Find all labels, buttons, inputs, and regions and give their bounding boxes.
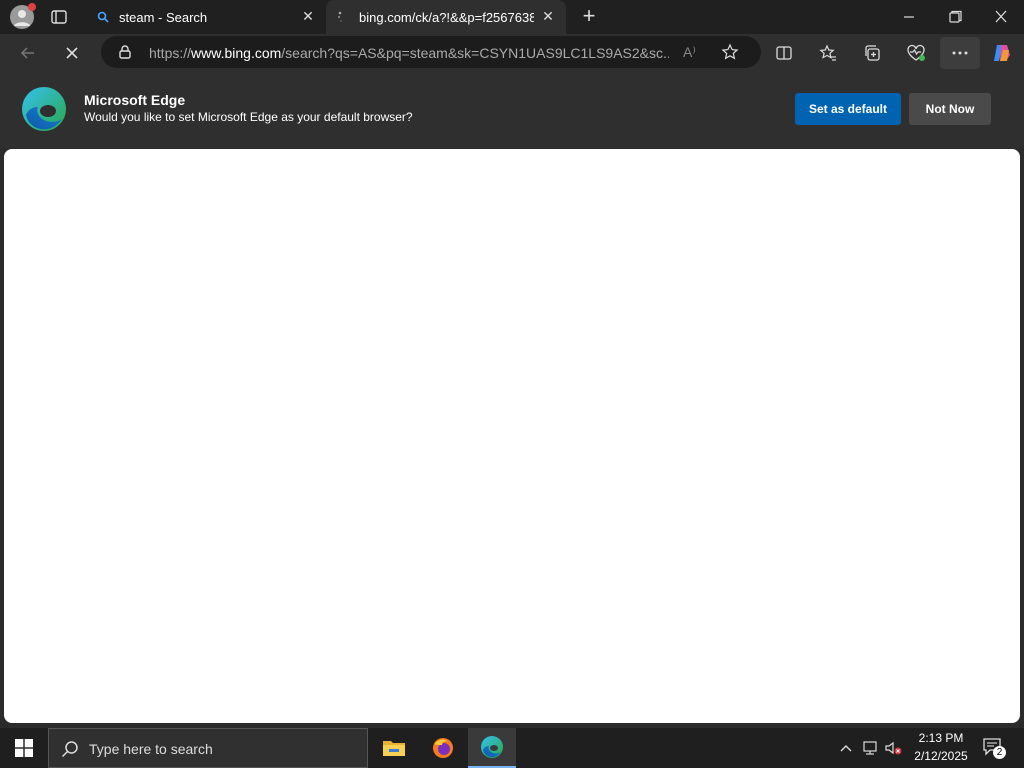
clock-date[interactable]: 2/12/2025 — [911, 749, 971, 763]
url-scheme: https:// — [149, 45, 192, 61]
url-host: www.bing.com — [191, 45, 282, 61]
notifications-button[interactable]: 2 — [982, 737, 1008, 759]
taskbar-firefox[interactable] — [419, 728, 467, 768]
tab-steam-search[interactable]: steam - Search ✕ — [86, 0, 326, 34]
tab-bing-redirect[interactable]: bing.com/ck/a?!&&p=f2567638a ✕ — [326, 0, 566, 34]
close-window-button[interactable] — [988, 8, 1014, 26]
favorite-star-icon[interactable] — [721, 43, 739, 61]
infobar-title: Microsoft Edge — [84, 92, 186, 108]
set-as-default-button[interactable]: Set as default — [795, 93, 901, 125]
default-browser-infobar: Microsoft Edge Would you like to set Mic… — [0, 72, 1024, 148]
taskbar-edge[interactable] — [468, 728, 516, 768]
search-icon — [61, 741, 78, 758]
taskbar: Type here to search 2:13 PM 2/12/2025 2 — [0, 728, 1024, 768]
split-screen-button[interactable] — [770, 39, 798, 67]
copilot-button[interactable] — [988, 39, 1016, 67]
notification-dot — [28, 3, 36, 11]
profile-avatar[interactable] — [10, 3, 36, 29]
favorites-icon — [819, 44, 836, 61]
tab-title: bing.com/ck/a?!&&p=f2567638a — [359, 10, 534, 25]
network-status-button[interactable] — [862, 740, 880, 756]
taskbar-file-explorer[interactable] — [370, 728, 418, 768]
new-tab-button[interactable]: + — [577, 3, 601, 29]
tab-title: steam - Search — [119, 10, 208, 25]
close-icon — [995, 10, 1007, 23]
url-text[interactable]: https://www.bing.com/search?qs=AS&pq=ste… — [149, 45, 669, 61]
show-hidden-icons-button[interactable] — [838, 740, 854, 756]
toolbar: https://www.bing.com/search?qs=AS&pq=ste… — [0, 34, 1024, 72]
web-content-area[interactable] — [4, 149, 1020, 723]
notification-count-badge: 2 — [993, 746, 1006, 759]
collections-button[interactable] — [858, 39, 886, 67]
infobar-message: Would you like to set Microsoft Edge as … — [84, 110, 413, 124]
back-button[interactable] — [14, 39, 42, 67]
restore-button[interactable] — [942, 8, 968, 26]
search-icon — [97, 11, 109, 23]
start-button[interactable] — [0, 728, 48, 768]
more-dots-icon — [952, 51, 968, 55]
volume-muted-icon — [885, 741, 902, 755]
split-screen-icon — [776, 46, 792, 60]
close-tab-button[interactable]: ✕ — [540, 8, 556, 24]
lock-icon[interactable] — [117, 44, 133, 60]
favorites-button[interactable] — [814, 39, 842, 67]
copilot-icon — [994, 45, 1010, 61]
folder-icon — [383, 741, 405, 756]
loading-spinner-icon — [337, 11, 342, 22]
address-bar[interactable]: https://www.bing.com/search?qs=AS&pq=ste… — [101, 36, 761, 68]
minimize-icon — [904, 16, 914, 18]
collections-icon — [865, 45, 880, 61]
heart-pulse-icon — [907, 44, 925, 61]
not-now-button[interactable]: Not Now — [909, 93, 991, 125]
search-placeholder: Type here to search — [89, 741, 213, 757]
url-path: /search?qs=AS&pq=steam&sk=CSYN1UAS9LC1LS… — [281, 45, 669, 61]
vertical-tabs-button[interactable] — [50, 8, 68, 26]
edge-icon — [481, 736, 503, 758]
read-aloud-icon[interactable]: A⁾ — [683, 44, 696, 61]
close-icon — [66, 47, 78, 59]
edge-logo-icon — [22, 87, 66, 131]
settings-and-more-button[interactable] — [940, 37, 980, 69]
tab-strip: steam - Search ✕ bing.com/ck/a?!&&p=f256… — [0, 0, 1024, 34]
stop-loading-button[interactable] — [58, 39, 86, 67]
windows-logo-icon — [15, 739, 33, 757]
minimize-button[interactable] — [896, 8, 922, 26]
taskbar-search-box[interactable]: Type here to search — [48, 728, 368, 768]
clock-time[interactable]: 2:13 PM — [916, 731, 966, 745]
vertical-tabs-icon — [51, 10, 67, 24]
arrow-left-icon — [20, 47, 34, 59]
chevron-up-icon — [840, 745, 852, 752]
network-icon — [863, 741, 877, 755]
close-tab-button[interactable]: ✕ — [300, 8, 316, 24]
firefox-icon — [433, 738, 453, 758]
restore-icon — [949, 10, 962, 23]
volume-button[interactable] — [884, 740, 904, 756]
browser-essentials-button[interactable] — [902, 39, 930, 67]
